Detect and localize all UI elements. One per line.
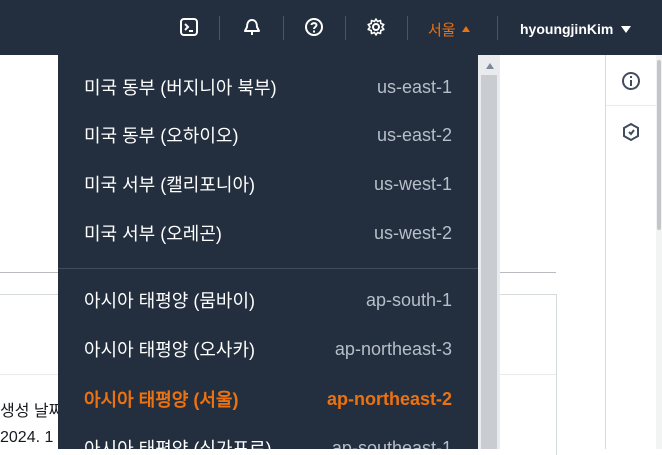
bell-icon[interactable] [239,14,265,40]
region-option-code: ap-southeast-1 [331,437,452,450]
region-option[interactable]: 아시아 태평양 (오사카) ap-northeast-3 [58,325,478,373]
region-option-selected[interactable]: 아시아 태평양 (서울) ap-northeast-2 [58,375,478,423]
info-icon[interactable] [619,69,643,93]
region-option-name: 미국 서부 (오레곤) [84,224,222,244]
region-option-code: ap-northeast-2 [326,388,452,409]
right-rail [605,55,606,449]
region-option[interactable]: 아시아 태평양 (뭄바이) ap-south-1 [58,276,478,324]
region-label: 서울 [428,21,456,39]
gear-icon[interactable] [363,14,389,40]
region-group-divider [58,268,478,269]
created-date-value: 2024. 1 [0,429,54,446]
topbar-separator [497,16,498,40]
cloudshell-icon[interactable] [176,14,202,40]
region-option-code: us-west-1 [373,173,452,194]
topbar-separator [219,16,220,40]
region-dropdown: 미국 동부 (버지니아 북부) us-east-1 미국 동부 (오하이오) u… [58,55,500,449]
caret-up-icon [461,26,470,32]
region-option-name: 아시아 태평양 (뭄바이) [84,291,256,311]
topbar-separator [345,16,346,40]
region-option-code: ap-south-1 [365,289,452,310]
region-option-code: ap-northeast-3 [334,338,452,359]
region-option-code: us-east-1 [376,76,452,97]
region-option[interactable]: 미국 동부 (오하이오) us-east-2 [58,111,478,159]
region-option-name: 아시아 태평양 (싱가포르) [84,439,272,449]
region-selector[interactable]: 서울 [428,18,470,40]
username: hyoungjinKim [520,21,614,37]
region-option[interactable]: 미국 서부 (캘리포니아) us-west-1 [58,160,478,208]
created-date-label: 생성 날짜 [0,403,64,420]
region-option-code: us-west-2 [373,222,452,243]
dropdown-scrollbar-thumb[interactable] [481,75,497,449]
region-option-code: us-east-2 [376,124,452,145]
topbar-separator [407,16,408,40]
scroll-up-arrow-icon[interactable] [486,63,494,69]
feedback-icon[interactable] [619,120,643,144]
help-icon[interactable] [301,14,327,40]
region-option-name: 아시아 태평양 (서울) [84,390,239,410]
region-option-name: 미국 동부 (오하이오) [84,126,239,146]
rail-divider [606,105,656,106]
region-option-name: 미국 동부 (버지니아 북부) [84,78,277,98]
region-option[interactable]: 아시아 태평양 (싱가포르) ap-southeast-1 [58,424,478,450]
top-navigation-bar: 서울 hyoungjinKim [0,0,662,55]
region-option[interactable]: 미국 서부 (오레곤) us-west-2 [58,209,478,257]
region-option-name: 아시아 태평양 (오사카) [84,340,256,360]
region-option[interactable]: 미국 동부 (버지니아 북부) us-east-1 [58,63,478,111]
region-option-name: 미국 서부 (캘리포니아) [84,175,256,195]
page-scrollbar-thumb[interactable] [657,60,661,230]
account-menu[interactable]: hyoungjinKim [520,18,632,40]
caret-down-icon [621,25,632,33]
topbar-separator [283,16,284,40]
